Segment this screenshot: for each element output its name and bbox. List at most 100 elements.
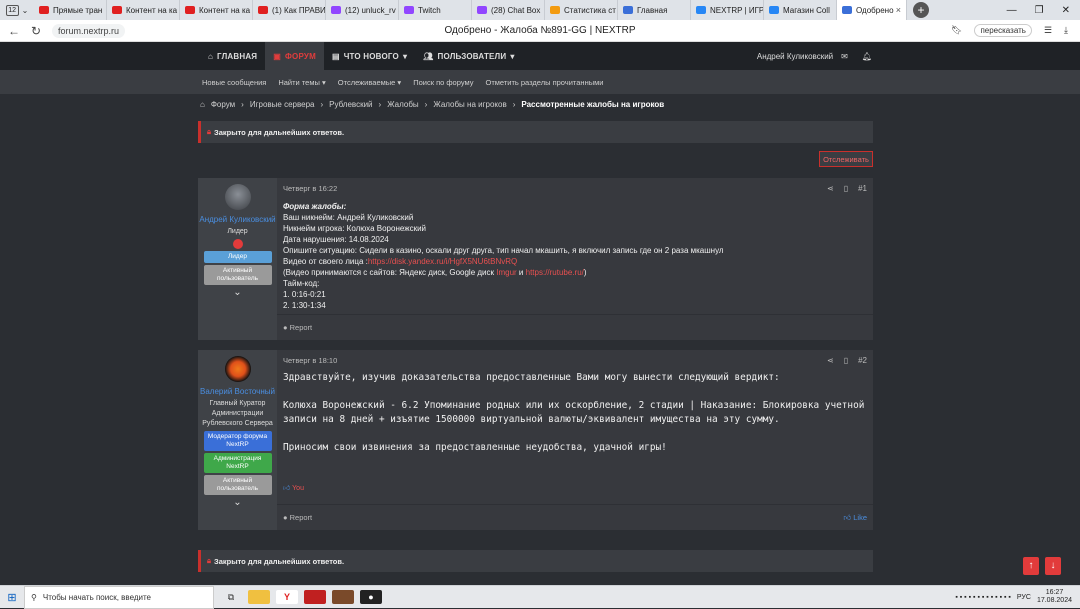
nav-whats-new[interactable]: ▤ ЧТО НОВОГО ▾ — [324, 42, 415, 70]
breadcrumb-current[interactable]: Рассмотренные жалобы на игроков — [521, 100, 664, 109]
file-explorer-icon[interactable] — [248, 590, 270, 604]
tab-label: Twitch — [418, 5, 441, 15]
app-icon[interactable] — [304, 590, 326, 604]
close-icon[interactable]: × — [896, 5, 901, 15]
subnav-find-threads[interactable]: Найти темы ▾ — [278, 78, 325, 87]
download-icon[interactable]: ⤓ — [1064, 25, 1068, 36]
tab-count[interactable]: 12 — [5, 4, 19, 16]
post-date[interactable]: Четверг в 16:22 — [283, 184, 867, 193]
watch-button[interactable]: Отслеживать — [819, 151, 873, 167]
new-tab-button[interactable]: + — [913, 2, 929, 18]
browser-tab[interactable]: (28) Chat Box — [472, 0, 545, 20]
text-line: 2. 1:30-1:34 — [283, 301, 326, 310]
obs-icon[interactable]: ● — [360, 590, 382, 604]
subnav-new-posts[interactable]: Новые сообщения — [202, 78, 266, 87]
post-number[interactable]: #2 — [858, 356, 867, 365]
imgur-link[interactable]: Imgur — [496, 268, 516, 277]
chevron-down-icon[interactable]: ⌄ — [233, 287, 241, 298]
subnav-search[interactable]: Поиск по форуму — [413, 78, 473, 87]
post-date[interactable]: Четверг в 18:10 — [283, 356, 867, 365]
share-icon[interactable]: ⋖ — [827, 184, 834, 193]
taskbar-search[interactable]: ⚲ Чтобы начать поиск, введите — [24, 585, 214, 609]
badge-moderator: Модератор форума NextRP — [203, 431, 272, 451]
browser-tab[interactable]: Магазин Coll — [764, 0, 837, 20]
text-line: Видео от своего лица :https://disk.yande… — [283, 257, 518, 266]
reaction-bar[interactable]: 👍︎ You — [283, 483, 304, 492]
browser-tab[interactable]: NEXTRP | ИГР — [691, 0, 764, 20]
task-view-icon[interactable]: ⧉ — [220, 590, 242, 604]
author-name[interactable]: Андрей Куликовский — [199, 214, 275, 225]
post-actions: ⋖ ▯ #1 — [827, 184, 867, 193]
browser-tab[interactable]: Контент на ка — [180, 0, 253, 20]
report-link[interactable]: ● Report — [283, 323, 312, 332]
language-indicator[interactable]: РУС — [1017, 594, 1031, 601]
rutube-link[interactable]: https://rutube.ru/ — [526, 268, 584, 277]
breadcrumb-item[interactable]: Жалобы — [387, 100, 418, 109]
yandex-browser-icon[interactable]: Y — [276, 590, 298, 604]
closed-notice: 🔒︎ Закрыто для дальнейших ответов. — [198, 121, 873, 143]
form-title: Форма жалобы: — [283, 202, 347, 211]
text-line: Тайм-код: — [283, 279, 320, 288]
avatar[interactable] — [224, 356, 251, 382]
favicon-icon — [331, 6, 341, 14]
post-actions: ⋖ ▯ #2 — [827, 356, 867, 365]
badge-admin: Администрация NextRP — [203, 453, 272, 473]
breadcrumb-item[interactable]: Жалобы на игроков — [433, 100, 506, 109]
window-controls: — ❐ ✕ — [1007, 5, 1080, 16]
home-icon[interactable]: ⌂ — [200, 100, 205, 109]
bookmark-icon[interactable]: ▯ — [844, 184, 848, 193]
rank-icon — [232, 239, 243, 249]
badge-leader: Лидер — [203, 251, 272, 263]
tray-icons[interactable]: ▪ ▪ ▪ ▪ ▪ ▪ ▪ ▪ ▪ ▪ ▪ ▪ ▪ — [955, 594, 1011, 601]
post-body: Форма жалобы: Ваш никнейм: Андрей Кулико… — [283, 201, 867, 311]
clock[interactable]: 16:27 17.08.2024 — [1037, 589, 1072, 605]
tab-label: (28) Chat Box — [491, 5, 541, 15]
chat-icon: ▣ — [273, 51, 282, 61]
scroll-down-button[interactable]: ↓ — [1045, 557, 1061, 575]
breadcrumb-item[interactable]: Игровые сервера — [250, 100, 315, 109]
post-footer: ● Report 👍︎ Like — [277, 504, 873, 530]
scroll-up-button[interactable]: ↑ — [1023, 557, 1039, 575]
bookmark-icon[interactable]: 🔖︎ — [951, 25, 962, 36]
account-name[interactable]: Андрей Куликовский — [757, 52, 833, 61]
mail-icon[interactable]: ✉ — [841, 52, 848, 61]
avatar[interactable] — [224, 184, 251, 210]
game-icon[interactable] — [332, 590, 354, 604]
nav-home[interactable]: ⌂ ГЛАВНАЯ — [200, 42, 265, 70]
video-link[interactable]: https://disk.yandex.ru/i/HgfX5NU6tBNvRQ — [368, 257, 517, 266]
breadcrumb-item[interactable]: Форум — [211, 100, 235, 109]
browser-tab[interactable]: (12) unluck_rv — [326, 0, 399, 20]
post-number[interactable]: #1 — [858, 184, 867, 193]
maximize-icon[interactable]: ❐ — [1035, 5, 1044, 16]
browser-tab[interactable]: (1) Как ПРАВИ — [253, 0, 326, 20]
nav-users[interactable]: 👥︎ ПОЛЬЗОВАТЕЛИ ▾ — [415, 42, 522, 70]
tab-controls[interactable]: 12 ⌄ — [0, 0, 34, 20]
back-icon[interactable]: ← — [6, 24, 22, 38]
browser-tab[interactable]: Контент на ка — [107, 0, 180, 20]
chevron-down-icon[interactable]: ⌄ — [22, 6, 29, 15]
browser-tab[interactable]: Главная — [618, 0, 691, 20]
browser-tab[interactable]: Статистика ст — [545, 0, 618, 20]
tab-active[interactable]: Одобрено × — [837, 0, 907, 20]
browser-tab[interactable]: Twitch — [399, 0, 472, 20]
subnav-mark-read[interactable]: Отметить разделы прочитанными — [485, 78, 603, 87]
menu-icon[interactable]: ☰ — [1044, 25, 1052, 36]
share-icon[interactable]: ⋖ — [827, 356, 834, 365]
browser-tab[interactable]: Прямые тран — [34, 0, 107, 20]
nav-forum[interactable]: ▣ ФОРУМ — [265, 42, 324, 70]
translate-button[interactable]: пересказать — [974, 24, 1032, 37]
chevron-down-icon[interactable]: ⌄ — [233, 497, 241, 508]
close-window-icon[interactable]: ✕ — [1062, 5, 1070, 16]
url-field[interactable]: forum.nextrp.ru — [52, 23, 126, 38]
subnav-watched[interactable]: Отслеживаемые ▾ — [338, 78, 401, 87]
windows-start-icon[interactable]: ⊞ — [0, 591, 24, 604]
bell-icon[interactable]: 🔔︎ — [862, 52, 872, 61]
author-name[interactable]: Валерий Восточный — [200, 386, 275, 397]
report-link[interactable]: ● Report — [283, 513, 312, 522]
reload-icon[interactable]: ↻ — [28, 24, 44, 38]
like-button[interactable]: 👍︎ Like — [843, 513, 867, 523]
breadcrumb: ⌂ Форум › Игровые сервера › Рублевский › Жа… — [200, 99, 665, 109]
breadcrumb-item[interactable]: Рублевский — [329, 100, 372, 109]
bookmark-icon[interactable]: ▯ — [844, 356, 848, 365]
minimize-icon[interactable]: — — [1007, 5, 1017, 16]
